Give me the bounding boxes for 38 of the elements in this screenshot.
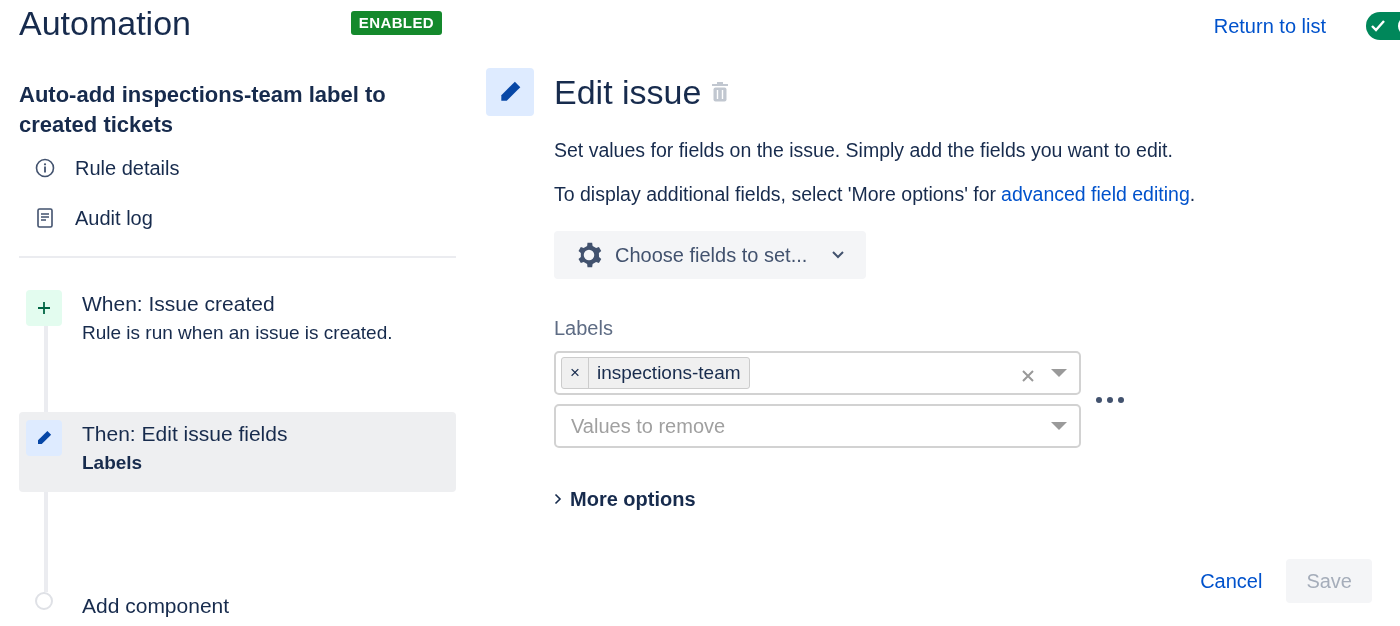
labels-add-field[interactable]: × inspections-team: [554, 351, 1081, 395]
sidebar-link[interactable]: Rule details: [75, 154, 180, 182]
step-title: Add component: [82, 593, 230, 619]
step-title: Then: Edit issue fields: [82, 421, 288, 447]
values-to-remove-field[interactable]: Values to remove: [554, 404, 1081, 448]
clear-icon[interactable]: [1021, 369, 1035, 383]
edit-issue-icon: [486, 68, 534, 116]
status-badge: ENABLED: [350, 10, 442, 36]
chevron-icon: [554, 493, 562, 505]
page-title: Automation: [19, 3, 191, 44]
step-description: Rule is run when an issue is created.: [82, 321, 393, 345]
advanced-hint-text: To display additional fields, select 'More options' for: [554, 182, 997, 207]
edit-action-icon: [26, 420, 62, 456]
rule-title: Auto-add inspections-team label to created tickets: [19, 81, 387, 139]
label-tag: × inspections-team: [561, 357, 750, 389]
checkmark-icon: [1370, 19, 1386, 33]
return-to-list-link[interactable]: Return to list: [1213, 11, 1326, 41]
rule-step[interactable]: Add component: [19, 584, 456, 626]
editor-title: Edit issue: [554, 72, 702, 113]
more-options-toggle[interactable]: More options: [554, 484, 696, 514]
dropdown-arrow-icon: [1051, 421, 1067, 431]
rule-step[interactable]: Then: Edit issue fields Labels: [19, 412, 456, 492]
labels-field-label: Labels: [554, 316, 614, 341]
dropdown-arrow-icon: [1051, 368, 1067, 378]
period-text: .: [1189, 182, 1196, 207]
step-title: When: Issue created: [82, 291, 276, 317]
choose-fields-button[interactable]: Choose fields to set...: [554, 231, 867, 279]
more-icon[interactable]: [1095, 395, 1125, 404]
sidebar-link[interactable]: Audit log: [75, 204, 153, 232]
cancel-button[interactable]: Cancel: [1200, 566, 1263, 596]
document-icon: [37, 208, 53, 228]
step-detail: Labels: [82, 451, 144, 475]
info-icon: [35, 158, 55, 178]
chevron-down-icon: [831, 250, 846, 260]
editor-description: Set values for fields on the issue. Simply add the fields you want to edit.: [554, 138, 1174, 163]
advanced-field-editing-link[interactable]: advanced field editing: [1001, 180, 1190, 208]
rule-step[interactable]: When: Issue created Rule is run when an issue is created.: [19, 282, 456, 412]
trigger-icon: [26, 290, 62, 326]
